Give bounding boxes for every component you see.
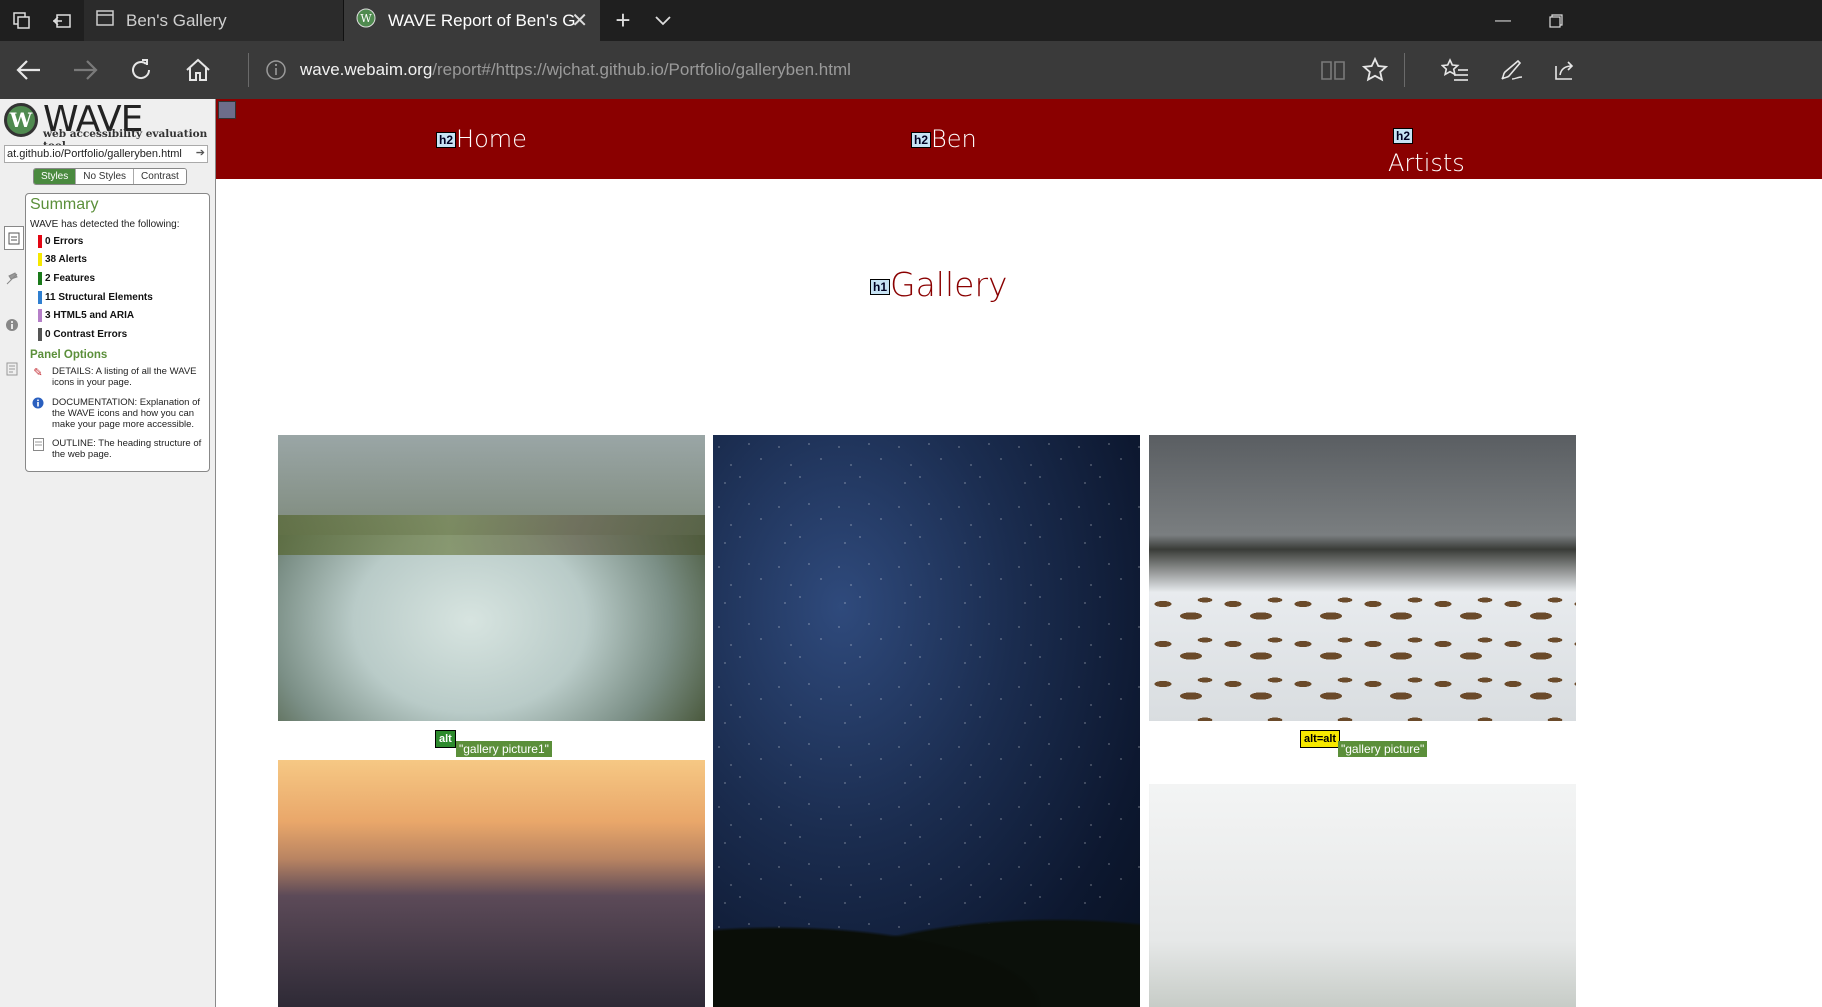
outline-option[interactable]: OUTLINE: The heading structure of the we…: [30, 438, 206, 460]
nav-link-ben[interactable]: h2 Ben: [911, 125, 977, 153]
structural-color-bar: [38, 290, 42, 304]
details-option[interactable]: ✎ DETAILS: A listing of all the WAVE ico…: [30, 366, 206, 388]
tab-bens-gallery[interactable]: Ben's Gallery: [84, 0, 344, 41]
gallery-image-foggy-hill[interactable]: [1149, 784, 1576, 1007]
favorite-star-icon[interactable]: [1350, 41, 1400, 99]
panel-options-heading: Panel Options: [30, 349, 108, 361]
wave-favicon-icon: W: [356, 8, 376, 33]
details-icon: ✎: [33, 367, 43, 379]
details-option-text: DETAILS: A listing of all the WAVE icons…: [52, 366, 197, 388]
alt-alert-icon[interactable]: alt=alt: [1300, 730, 1341, 748]
new-tab-icon[interactable]: +: [610, 0, 636, 41]
tab-wave-report[interactable]: W WAVE Report of Ben's G ✕: [344, 0, 600, 41]
tab-manager-icon[interactable]: [8, 0, 36, 41]
navbar-divider: [1404, 53, 1405, 87]
wave-panel-toggle-icon[interactable]: [218, 101, 236, 119]
contrast-errors-label: 0 Contrast Errors: [45, 328, 128, 340]
address-host: wave.webaim.org: [300, 60, 433, 79]
nav-link-home[interactable]: h2 Home: [436, 125, 527, 153]
gallery-image-city-skyline[interactable]: [278, 760, 705, 1007]
documentation-option[interactable]: DOCUMENTATION: Explanation of the WAVE i…: [30, 397, 206, 430]
gallery-image-hot-spring[interactable]: [278, 435, 705, 721]
browser-titlebar: Ben's Gallery W WAVE Report of Ben's G ✕…: [0, 0, 1822, 41]
html5-aria-label: 3 HTML5 and ARIA: [45, 309, 135, 321]
h2-badge-icon: h2: [1393, 128, 1414, 144]
tree-silhouettes: [713, 897, 1140, 1007]
address-path: /report#/https://wjchat.github.io/Portfo…: [432, 60, 851, 79]
features-color-bar: [38, 271, 42, 285]
back-icon[interactable]: [4, 41, 54, 99]
go-arrow-icon[interactable]: ➔: [196, 146, 205, 159]
nav-ben-label: Ben: [931, 125, 977, 153]
outline-option-text: OUTLINE: The heading structure of the we…: [52, 438, 202, 460]
outline-document-icon[interactable]: [4, 361, 20, 377]
errors-color-bar: [38, 234, 42, 248]
tab-label: WAVE Report of Ben's G: [388, 10, 576, 30]
gallery-image-snowy-field[interactable]: [1149, 435, 1576, 721]
navbar-divider: [248, 53, 249, 87]
wave-url-input[interactable]: at.github.io/Portfolio/galleryben.html ➔: [4, 145, 208, 163]
style-toggle-group: Styles No Styles Contrast: [33, 168, 187, 185]
address-bar[interactable]: wave.webaim.org/report#/https://wjchat.g…: [262, 49, 1302, 91]
forward-icon[interactable]: [60, 41, 110, 99]
summary-detected-text: WAVE has detected the following:: [30, 219, 180, 230]
documentation-icon: [30, 397, 46, 430]
contrast-button[interactable]: Contrast: [134, 169, 186, 184]
structural-count[interactable]: 11 Structural Elements: [38, 290, 153, 304]
share-icon[interactable]: [1540, 41, 1590, 99]
refresh-icon[interactable]: [116, 41, 166, 99]
h2-badge-icon: h2: [436, 132, 457, 148]
contrast-errors-count[interactable]: 0 Contrast Errors: [38, 327, 127, 341]
alerts-color-bar: [38, 252, 42, 266]
set-aside-tabs-icon[interactable]: [48, 0, 76, 41]
page-title: h1Gallery: [870, 265, 1008, 304]
summary-box: Summary WAVE has detected the following:…: [25, 193, 210, 472]
alt-feature-icon[interactable]: alt: [435, 730, 456, 748]
wave-url-value: at.github.io/Portfolio/galleryben.html: [7, 148, 182, 160]
alt-text-label: "gallery picture": [1338, 741, 1428, 757]
page-icon: [96, 10, 114, 31]
tab-preview-chevron-icon[interactable]: [652, 0, 674, 41]
alerts-label: 38 Alerts: [45, 253, 87, 265]
evaluated-page: h2 Home h2 Ben h2 Artists h1Gallery alt "g…: [216, 99, 1822, 1007]
summary-heading: Summary: [30, 196, 99, 213]
close-tab-icon[interactable]: ✕: [571, 8, 588, 33]
minimize-icon[interactable]: ―: [1480, 0, 1526, 41]
documentation-info-icon[interactable]: [4, 317, 20, 333]
html5-aria-count[interactable]: 3 HTML5 and ARIA: [38, 308, 134, 322]
restore-icon[interactable]: [1533, 0, 1579, 41]
svg-text:W: W: [360, 12, 372, 25]
nav-link-artists[interactable]: h2 Artists: [1388, 121, 1465, 177]
html5-aria-color-bar: [38, 308, 42, 322]
details-flag-icon[interactable]: [4, 270, 20, 286]
documentation-option-text: DOCUMENTATION: Explanation of the WAVE i…: [52, 397, 200, 430]
summary-clipboard-icon[interactable]: [4, 226, 24, 250]
features-count[interactable]: 2 Features: [38, 271, 95, 285]
no-styles-button[interactable]: No Styles: [76, 169, 135, 184]
nav-artists-label: Artists: [1388, 149, 1465, 177]
site-nav-bar: h2 Home h2 Ben h2 Artists: [216, 99, 1822, 179]
h1-badge-icon: h1: [870, 278, 891, 295]
alerts-count[interactable]: 38 Alerts: [38, 252, 87, 266]
errors-label: 0 Errors: [45, 235, 84, 247]
styles-button[interactable]: Styles: [34, 169, 77, 184]
errors-count[interactable]: 0 Errors: [38, 234, 83, 248]
contrast-color-bar: [38, 327, 42, 341]
gallery-heading: Gallery: [890, 265, 1008, 304]
wave-sidebar: W WAVE web accessibility evaluation tool…: [0, 99, 216, 1007]
gallery-image-starry-sky[interactable]: [713, 435, 1140, 1007]
web-note-pen-icon[interactable]: [1486, 41, 1536, 99]
site-info-icon[interactable]: [262, 59, 290, 81]
outline-icon: [30, 438, 46, 460]
browser-navbar: wave.webaim.org/report#/https://wjchat.g…: [0, 41, 1822, 99]
features-label: 2 Features: [45, 272, 96, 284]
nav-home-label: Home: [456, 125, 527, 153]
favorites-hub-icon[interactable]: [1430, 41, 1480, 99]
h2-badge-icon: h2: [911, 132, 932, 148]
alt-text-label: "gallery picture1": [456, 741, 552, 757]
tab-label: Ben's Gallery: [126, 10, 227, 30]
wave-logo-icon: W: [4, 103, 38, 137]
home-icon[interactable]: [173, 41, 223, 99]
structural-label: 11 Structural Elements: [45, 291, 153, 303]
